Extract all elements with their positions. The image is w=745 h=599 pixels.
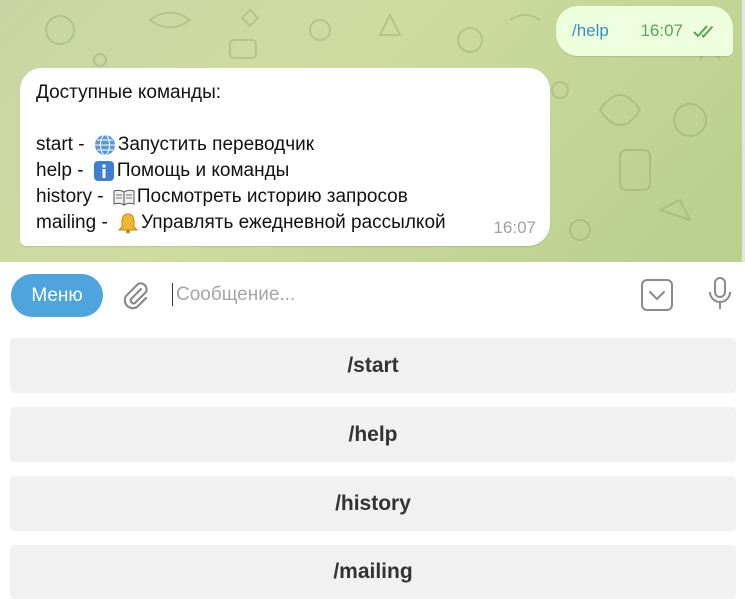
command-name: history <box>36 186 92 207</box>
command-line-mailing: mailing - Управлять ежедневной рассылкой <box>36 210 534 236</box>
outgoing-message[interactable]: /help 16:07 <box>556 6 733 56</box>
keyboard-button-history[interactable]: /history <box>10 476 736 531</box>
bell-emoji-icon <box>117 213 139 234</box>
command-line-history: history - Посмотреть историю запросов <box>36 184 534 210</box>
globe-emoji-icon <box>94 134 115 156</box>
command-line-help: help - Помощь и команды <box>36 158 534 184</box>
command-name: start <box>36 134 73 155</box>
command-separator: - <box>72 134 90 155</box>
message-header: Доступные команды: <box>36 82 222 103</box>
outgoing-message-text: /help <box>572 21 609 40</box>
keyboard-button-help[interactable]: /help <box>10 407 736 462</box>
command-separator: - <box>96 212 114 233</box>
menu-button[interactable]: Меню <box>11 274 103 317</box>
command-description: Помощь и команды <box>116 160 290 181</box>
book-emoji-icon <box>113 189 135 206</box>
outgoing-message-time: 16:07 <box>640 21 683 40</box>
keyboard-button-start[interactable]: /start <box>10 338 736 393</box>
incoming-message-time: 16:07 <box>493 218 536 237</box>
command-name: mailing <box>36 212 97 233</box>
input-bar: Меню <box>0 262 745 326</box>
command-separator: - <box>91 186 109 207</box>
double-check-icon <box>693 25 714 38</box>
message-input[interactable] <box>176 282 596 308</box>
info-emoji-icon <box>93 161 114 181</box>
command-description: Запустить переводчик <box>117 134 315 155</box>
keyboard-toggle-icon[interactable] <box>640 278 674 312</box>
paperclip-icon[interactable] <box>120 280 152 312</box>
chat-area: /help 16:07 Доступные команды: start - З… <box>0 0 745 262</box>
microphone-icon[interactable] <box>706 276 734 312</box>
command-name: help <box>36 160 72 181</box>
command-line-start: start - Запустить переводчик <box>36 132 534 158</box>
keyboard-button-mailing[interactable]: /mailing <box>10 545 736 599</box>
incoming-message[interactable]: Доступные команды: start - Запустить пер… <box>20 68 550 246</box>
command-description: Управлять ежедневной рассылкой <box>141 212 446 233</box>
command-description: Посмотреть историю запросов <box>136 186 408 207</box>
command-separator: - <box>71 160 89 181</box>
text-caret <box>172 283 173 306</box>
